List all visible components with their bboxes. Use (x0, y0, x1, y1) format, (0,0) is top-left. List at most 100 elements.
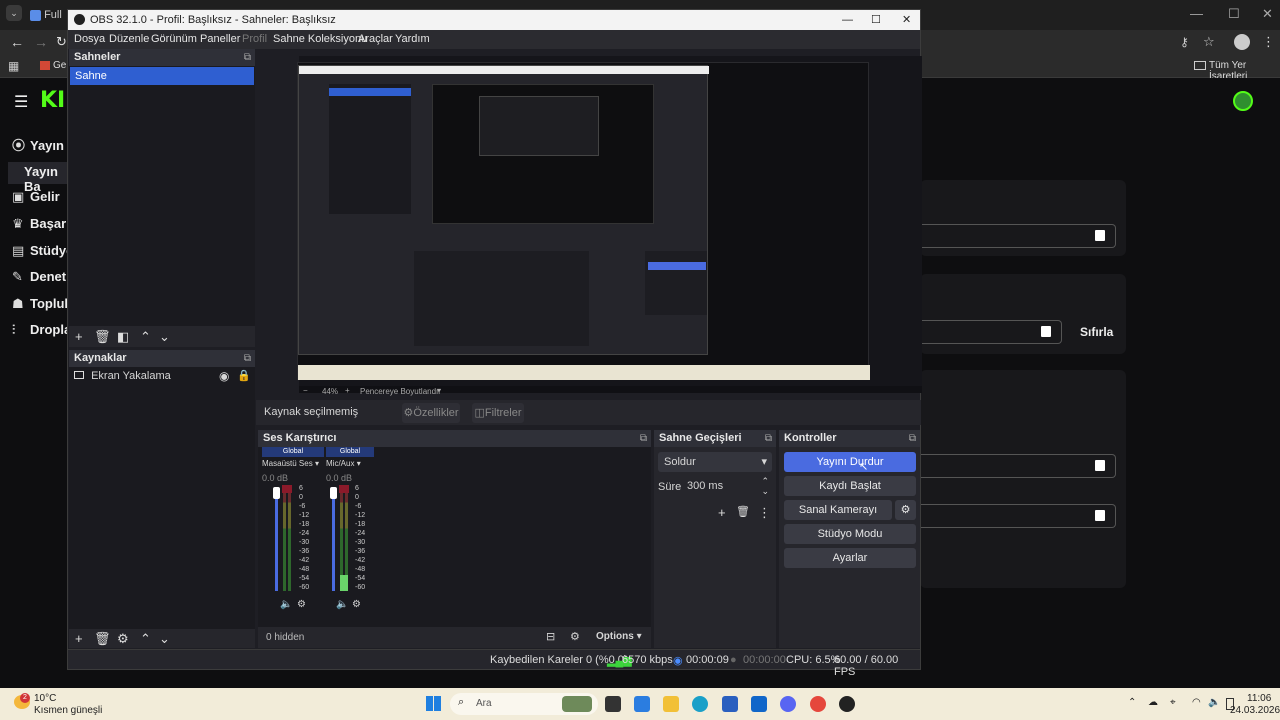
browser-maximize-button[interactable]: ☐ (1228, 6, 1240, 22)
undock-icon[interactable]: ⧉ (640, 430, 647, 447)
zoom-in-icon[interactable]: + (345, 386, 350, 395)
remove-transition-icon[interactable]: 🗑 (736, 506, 750, 519)
site-avatar[interactable] (1233, 91, 1253, 111)
reload-icon[interactable]: ↻ (56, 34, 67, 50)
source-item[interactable]: Ekran Yakalama ◉ 🔒 (69, 367, 255, 387)
add-source-icon[interactable]: + (75, 632, 83, 645)
undock-icon[interactable]: ⧉ (244, 49, 251, 66)
channel-name[interactable]: Mic/Aux ▾ (326, 459, 374, 468)
advanced-audio-icon[interactable]: ⚙ (570, 630, 580, 643)
nav-item-moderation[interactable]: ✎ Denetl (12, 269, 70, 285)
duration-spinbox[interactable]: 300 ms ⌃ ⌄ (683, 476, 771, 496)
copy-icon[interactable] (1095, 230, 1105, 241)
browser-tab[interactable]: Full H (30, 4, 70, 43)
eye-icon[interactable]: ◉ (219, 369, 229, 383)
copy-icon[interactable] (1095, 510, 1105, 521)
outlook-icon[interactable] (751, 696, 767, 712)
copy-icon[interactable] (1041, 326, 1051, 337)
obs-minimize-button[interactable]: — (842, 10, 853, 30)
move-down-icon[interactable]: ⌄ (159, 330, 170, 343)
studio-mode-button[interactable]: Stüdyo Modu (784, 524, 916, 544)
move-up-icon[interactable]: ⌃ (140, 632, 151, 645)
menu-view[interactable]: Görünüm (151, 33, 197, 45)
obs-taskbar-icon[interactable] (839, 696, 855, 712)
volume-slider-thumb[interactable] (330, 487, 337, 499)
transition-select[interactable]: Soldur ▾ (658, 452, 772, 472)
nav-item-income[interactable]: ▣ Gelir (12, 189, 60, 205)
browser-menu-icon[interactable]: ⋮ (1262, 34, 1275, 50)
bookmark-star-icon[interactable]: ☆ (1203, 34, 1215, 50)
nav-item-achievements[interactable]: ♛ Başarı (12, 216, 70, 232)
fit-to-window-label[interactable]: Pencereye Boyutlandır (360, 387, 441, 396)
source-properties-icon[interactable]: ⚙ (117, 632, 129, 645)
key-field[interactable] (920, 454, 1116, 478)
filters-button[interactable]: ◫Filtreler (472, 403, 524, 423)
mixer-options-button[interactable]: Options ▾ (596, 631, 642, 642)
move-up-icon[interactable]: ⌃ (140, 330, 151, 343)
nav-item-stream-settings[interactable]: Yayın Ba (8, 162, 68, 194)
obs-close-button[interactable]: ✕ (902, 10, 911, 30)
volume-slider-track[interactable] (275, 491, 278, 591)
key-field[interactable] (920, 504, 1116, 528)
start-recording-button[interactable]: Kaydı Başlat (784, 476, 916, 496)
reset-button[interactable]: Sıfırla (1080, 325, 1113, 339)
zoom-dropdown-icon[interactable]: ▾ (437, 386, 441, 395)
add-scene-icon[interactable]: + (75, 330, 83, 343)
remove-source-icon[interactable]: 🗑 (94, 632, 111, 645)
volume-slider-track[interactable] (332, 491, 335, 591)
lock-icon[interactable]: 🔒 (237, 369, 251, 382)
menu-file[interactable]: Dosya (74, 33, 105, 45)
apps-grid-icon[interactable]: ▦ (8, 59, 19, 73)
hamburger-menu-icon[interactable]: ☰ (14, 92, 28, 112)
zoom-out-icon[interactable]: − (303, 386, 308, 395)
undock-icon[interactable]: ⧉ (909, 430, 916, 447)
tab-list-chevron-icon[interactable]: ⌄ (6, 5, 22, 21)
file-explorer-icon[interactable] (663, 696, 679, 712)
discord-icon[interactable] (780, 696, 796, 712)
menu-tools[interactable]: Araçlar (358, 33, 393, 45)
nav-item-studio[interactable]: ▤ Stüdyo (12, 243, 74, 259)
channel-name[interactable]: Masaüstü Ses ▾ (262, 459, 324, 468)
browser-close-button[interactable]: ✕ (1262, 6, 1273, 22)
scene-filters-icon[interactable]: ◧ (117, 330, 129, 343)
edge-icon[interactable] (692, 696, 708, 712)
audio-settings-icon[interactable]: ⚙ (352, 599, 361, 610)
obs-maximize-button[interactable]: ☐ (871, 10, 881, 30)
spin-down-icon[interactable]: ⌄ (761, 481, 769, 501)
transition-properties-icon[interactable]: ⋮ (758, 506, 771, 519)
undock-icon[interactable]: ⧉ (765, 430, 772, 447)
windows-start-icon[interactable] (426, 696, 441, 711)
stop-streaming-button[interactable]: Yayını Durdur (784, 452, 916, 472)
bookmark-gmail-icon[interactable] (40, 61, 50, 70)
key-field[interactable] (920, 224, 1116, 248)
store-icon[interactable] (722, 696, 738, 712)
clock-time[interactable]: 11:06 (1247, 693, 1271, 704)
mixer-layout-icon[interactable]: ⊟ (546, 630, 555, 643)
menu-profile[interactable]: Profil (242, 33, 267, 45)
add-transition-icon[interactable]: + (718, 506, 726, 519)
nav-item-community[interactable]: ☗ Toplul (12, 296, 68, 312)
site-logo[interactable]: KI (40, 88, 65, 113)
scene-item[interactable]: Sahne (70, 67, 254, 85)
volume-icon[interactable]: 🔈 (1208, 697, 1220, 708)
back-icon[interactable]: ← (10, 34, 24, 50)
start-virtual-camera-button[interactable]: Sanal Kamerayı Başlat (784, 500, 892, 536)
chrome-icon[interactable] (810, 696, 826, 712)
key-field[interactable] (920, 320, 1062, 344)
undock-icon[interactable]: ⧉ (244, 350, 251, 367)
preview-canvas[interactable]: − 44% + Pencereye Boyutlandır ▾ (297, 56, 922, 396)
audio-settings-icon[interactable]: ⚙ (297, 599, 306, 610)
speaker-icon[interactable]: 🔈 (336, 599, 348, 610)
tray-chevron-icon[interactable]: ⌃ (1128, 697, 1136, 708)
menu-edit[interactable]: Düzenle (109, 33, 149, 45)
menu-docks[interactable]: Paneller (200, 33, 240, 45)
remove-scene-icon[interactable]: 🗑 (94, 330, 111, 343)
task-view-icon[interactable] (605, 696, 621, 712)
settings-button[interactable]: Ayarlar (784, 548, 916, 568)
nav-item-stream[interactable]: ⦿ Yayın (12, 135, 64, 154)
widgets-icon[interactable] (634, 696, 650, 712)
properties-button[interactable]: ⚙Özellikler (402, 403, 460, 423)
wifi-icon[interactable]: ◠ (1192, 697, 1201, 708)
tray-location-icon[interactable]: ⌖ (1170, 697, 1176, 708)
volume-slider-thumb[interactable] (273, 487, 280, 499)
